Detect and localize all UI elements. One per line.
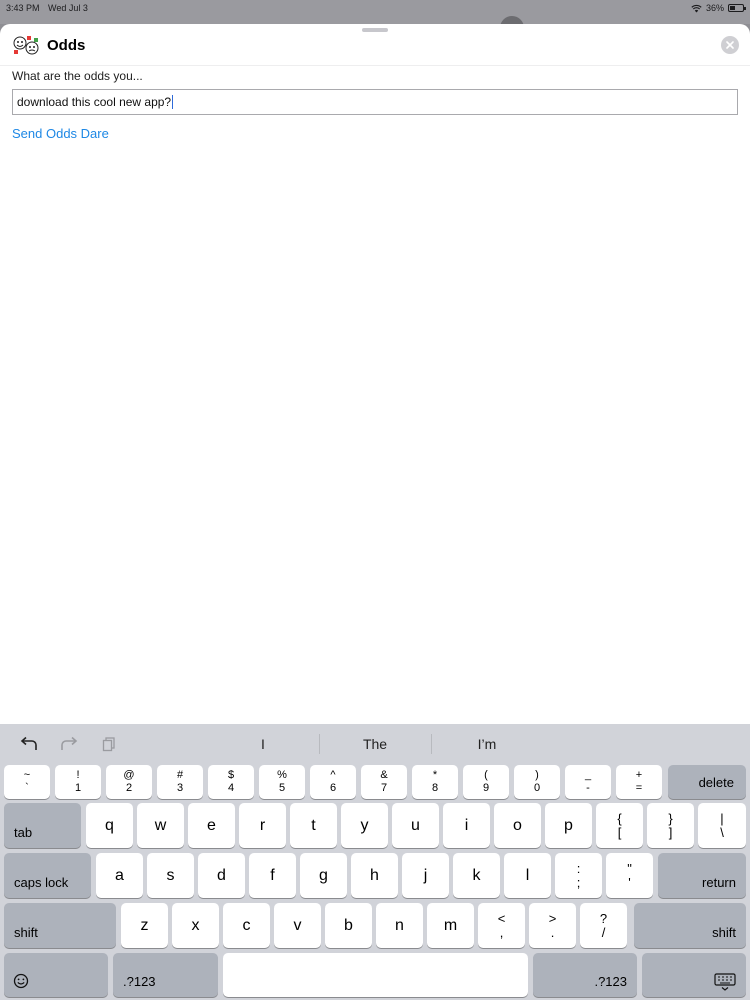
key-k[interactable]: k <box>453 853 500 898</box>
redo-icon <box>61 736 78 750</box>
key-minus[interactable]: _ - <box>565 765 611 799</box>
status-date: Wed Jul 3 <box>48 3 88 13</box>
key-5[interactable]: % 5 <box>259 765 305 799</box>
status-bar: 3:43 PM Wed Jul 3 36% <box>0 0 750 28</box>
key-h[interactable]: h <box>351 853 398 898</box>
shortcut-bar: I The I’m <box>0 724 750 764</box>
send-odds-dare-link[interactable]: Send Odds Dare <box>12 126 109 141</box>
key-m[interactable]: m <box>427 903 474 948</box>
wifi-icon <box>691 4 702 12</box>
close-button[interactable] <box>721 36 739 54</box>
close-icon <box>726 41 734 49</box>
key-v[interactable]: v <box>274 903 321 948</box>
numbers-key-left[interactable]: .?123 <box>113 953 218 997</box>
key-4[interactable]: $4 <box>208 765 254 799</box>
key-semicolon[interactable]: :; <box>555 853 602 898</box>
key-n[interactable]: n <box>376 903 423 948</box>
key-j[interactable]: j <box>402 853 449 898</box>
key-u[interactable]: u <box>392 803 439 848</box>
prediction-1[interactable]: I <box>213 736 313 752</box>
key-d[interactable]: d <box>198 853 245 898</box>
key-p[interactable]: p <box>545 803 592 848</box>
key-period[interactable]: >. <box>529 903 576 948</box>
prediction-2[interactable]: The <box>325 736 425 752</box>
return-key[interactable]: return <box>658 853 746 898</box>
key-right-bracket[interactable]: }] <box>647 803 694 848</box>
paste-button[interactable] <box>97 733 121 755</box>
prompt-label: What are the odds you... <box>12 69 143 83</box>
key-quote[interactable]: " ' <box>606 853 653 898</box>
prediction-3[interactable]: I’m <box>437 736 537 752</box>
key-backtick[interactable]: ~ ` <box>4 765 50 799</box>
paste-icon <box>102 737 115 752</box>
key-a[interactable]: a <box>96 853 143 898</box>
battery-percent: 36% <box>705 3 724 13</box>
dismiss-keyboard-key[interactable] <box>642 953 746 997</box>
odds-app-icon <box>13 36 39 55</box>
caps-lock-key[interactable]: caps lock <box>4 853 91 898</box>
key-c[interactable]: c <box>223 903 270 948</box>
app-sheet: Odds What are the odds you... download t… <box>0 24 750 724</box>
key-e[interactable]: e <box>188 803 235 848</box>
emoji-icon <box>13 973 29 989</box>
battery-icon <box>728 4 746 12</box>
key-8[interactable]: * 8 <box>412 765 458 799</box>
key-2[interactable]: @2 <box>106 765 152 799</box>
undo-button[interactable] <box>17 733 41 755</box>
key-1[interactable]: ! 1 <box>55 765 101 799</box>
key-7[interactable]: & 7 <box>361 765 407 799</box>
emoji-key[interactable] <box>4 953 108 997</box>
prediction-divider <box>431 734 432 754</box>
status-right: 36% <box>691 3 746 13</box>
dare-text-input[interactable]: download this cool new app? <box>12 89 738 115</box>
key-q[interactable]: q <box>86 803 133 848</box>
key-s[interactable]: s <box>147 853 194 898</box>
key-f[interactable]: f <box>249 853 296 898</box>
key-backslash[interactable]: | \ <box>698 803 746 848</box>
key-i[interactable]: i <box>443 803 490 848</box>
text-caret <box>172 95 174 109</box>
app-title: Odds <box>47 37 86 54</box>
key-o[interactable]: o <box>494 803 541 848</box>
key-comma[interactable]: <, <box>478 903 525 948</box>
key-w[interactable]: w <box>137 803 184 848</box>
shift-key-left[interactable]: shift <box>4 903 116 948</box>
delete-key[interactable]: delete <box>668 765 746 799</box>
key-b[interactable]: b <box>325 903 372 948</box>
prediction-divider <box>319 734 320 754</box>
key-g[interactable]: g <box>300 853 347 898</box>
key-3[interactable]: #3 <box>157 765 203 799</box>
undo-icon <box>20 736 37 750</box>
numbers-key-right[interactable]: .?123 <box>533 953 637 997</box>
key-z[interactable]: z <box>121 903 168 948</box>
key-l[interactable]: l <box>504 853 551 898</box>
redo-button[interactable] <box>57 733 81 755</box>
key-x[interactable]: x <box>172 903 219 948</box>
sheet-header: Odds <box>0 24 750 66</box>
status-time: 3:43 PM <box>6 3 40 13</box>
key-6[interactable]: ^ 6 <box>310 765 356 799</box>
key-left-bracket[interactable]: {[ <box>596 803 643 848</box>
dare-text-value: download this cool new app? <box>17 95 172 109</box>
key-r[interactable]: r <box>239 803 286 848</box>
keyboard: I The I’m ~ ` ! 1 @2 #3 $4 % 5 ^ 6 & 7 * 8 (9 … <box>0 724 750 1000</box>
key-t[interactable]: t <box>290 803 337 848</box>
tab-key[interactable]: tab <box>4 803 81 848</box>
key-slash[interactable]: ? / <box>580 903 627 948</box>
key-equals[interactable]: + = <box>616 765 662 799</box>
space-key[interactable] <box>223 953 528 997</box>
shift-key-right[interactable]: shift <box>634 903 746 948</box>
key-0[interactable]: ) 0 <box>514 765 560 799</box>
key-9[interactable]: (9 <box>463 765 509 799</box>
keyboard-dismiss-icon <box>714 973 736 991</box>
key-y[interactable]: y <box>341 803 388 848</box>
